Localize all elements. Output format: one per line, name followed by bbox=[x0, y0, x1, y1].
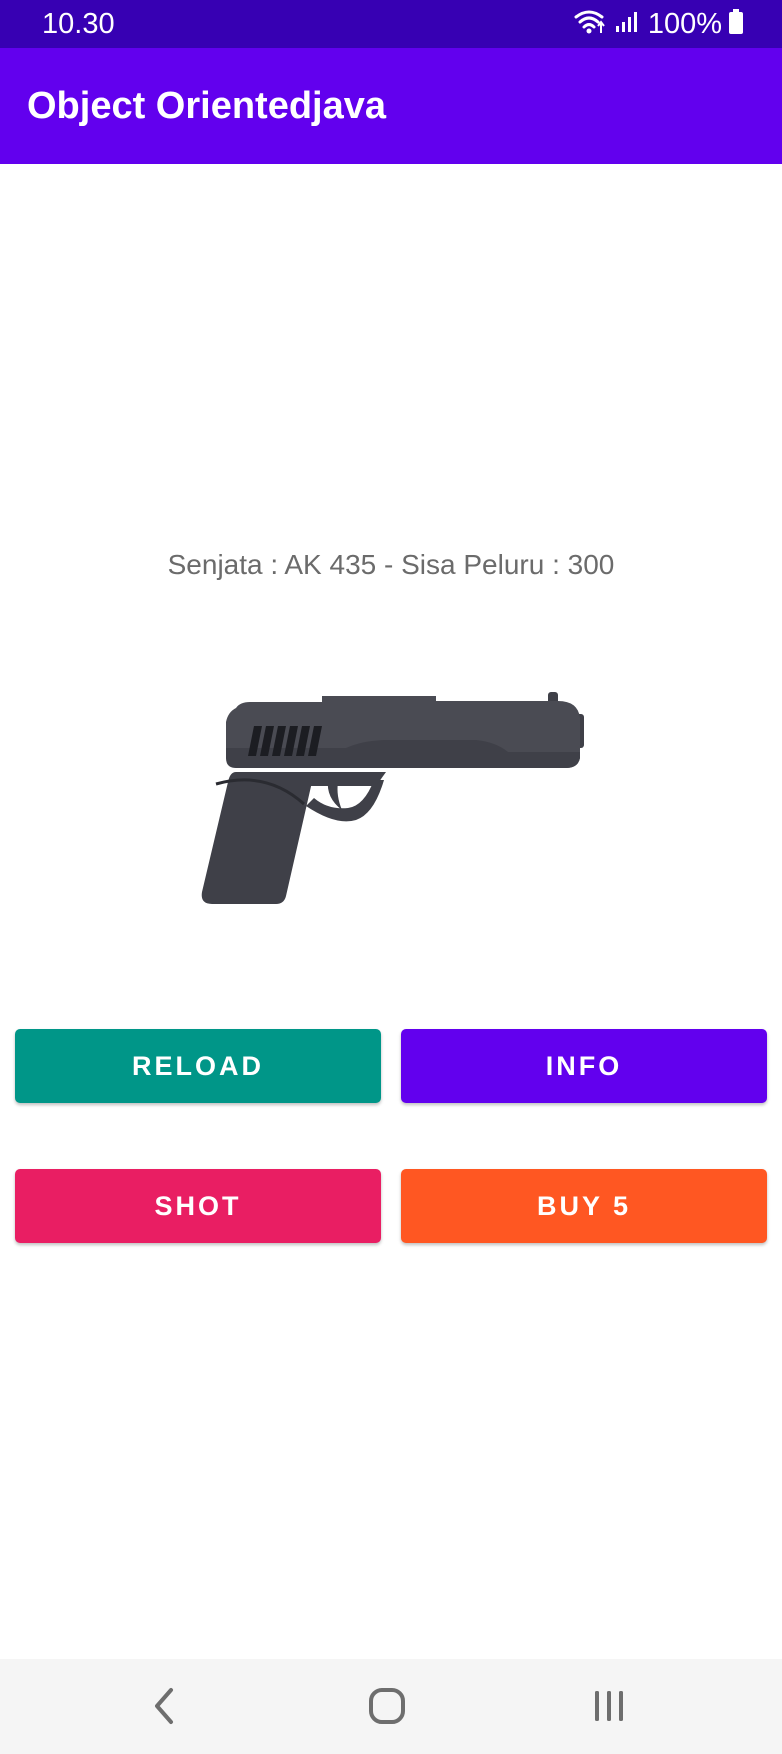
home-icon[interactable] bbox=[357, 1681, 417, 1731]
wifi-icon bbox=[574, 9, 608, 40]
signal-icon bbox=[614, 10, 638, 39]
navigation-bar bbox=[0, 1659, 782, 1754]
status-icons: 100% bbox=[574, 8, 744, 40]
recents-icon[interactable] bbox=[579, 1681, 639, 1731]
weapon-info-text: Senjata : AK 435 - Sisa Peluru : 300 bbox=[167, 549, 615, 580]
buy-button[interactable]: BUY 5 bbox=[401, 1169, 767, 1243]
info-button[interactable]: INFO bbox=[401, 1029, 767, 1103]
app-bar: Object Orientedjava bbox=[0, 48, 782, 164]
app-screen: 10.30 100% Object Orientedjava Senjata:… bbox=[0, 0, 782, 1754]
back-icon[interactable] bbox=[134, 1681, 194, 1731]
pistol-image bbox=[196, 686, 586, 908]
battery-level: 100% bbox=[647, 8, 722, 40]
status-bar: 10.30 100% bbox=[0, 0, 782, 48]
status-time: 10.30 bbox=[42, 8, 115, 40]
reload-button[interactable]: RELOAD bbox=[15, 1029, 381, 1103]
app-title: Object Orientedjava bbox=[27, 85, 387, 127]
shot-button[interactable]: SHOT bbox=[15, 1169, 381, 1243]
battery-icon bbox=[728, 8, 744, 40]
